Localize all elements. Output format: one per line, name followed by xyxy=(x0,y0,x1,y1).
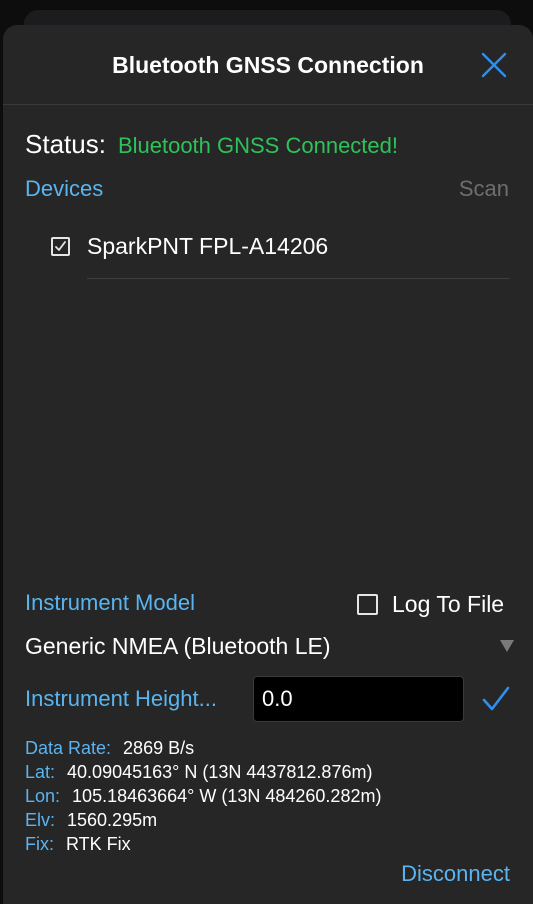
log-to-file-checkbox[interactable] xyxy=(357,593,378,615)
status-row: Status: Bluetooth GNSS Connected! xyxy=(25,129,398,161)
lat-row: Lat: 40.09045163° N (13N 4437812.876m) xyxy=(25,762,381,786)
fix-row: Fix: RTK Fix xyxy=(25,834,381,858)
device-name: SparkPNT FPL-A14206 xyxy=(87,233,329,259)
data-rate-value: 2869 B/s xyxy=(123,738,195,758)
status-label: Status: xyxy=(25,129,106,159)
fix-value: RTK Fix xyxy=(66,834,131,854)
device-divider xyxy=(87,278,510,279)
height-confirm-button[interactable] xyxy=(481,685,511,718)
instrument-model-label: Instrument Model xyxy=(25,590,195,615)
log-to-file-label: Log To File xyxy=(392,590,505,617)
dropdown-triangle-icon xyxy=(500,640,514,652)
device-checkbox[interactable] xyxy=(51,237,70,256)
checkmark-icon xyxy=(482,686,510,711)
instrument-model-select[interactable]: Generic NMEA (Bluetooth LE) xyxy=(25,631,515,663)
elv-value: 1560.295m xyxy=(67,810,158,830)
log-to-file-toggle[interactable]: Log To File xyxy=(357,588,504,620)
gnss-info: Data Rate: 2869 B/s Lat: 40.09045163° N … xyxy=(25,738,381,858)
close-x-icon xyxy=(481,52,507,78)
instrument-height-input[interactable] xyxy=(253,676,464,722)
data-rate-row: Data Rate: 2869 B/s xyxy=(25,738,381,762)
data-rate-label: Data Rate: xyxy=(25,738,112,758)
checkmark-icon xyxy=(55,241,66,251)
instrument-height-button[interactable]: Instrument Height... xyxy=(25,686,217,712)
bluetooth-gnss-sheet: Bluetooth GNSS Connection Status: Blueto… xyxy=(3,25,533,904)
elv-row: Elv: 1560.295m xyxy=(25,810,381,834)
lon-row: Lon: 105.18463664° W (13N 484260.282m) xyxy=(25,786,381,810)
status-value: Bluetooth GNSS Connected! xyxy=(117,133,398,158)
scan-button[interactable]: Scan xyxy=(459,176,509,202)
fix-label: Fix: xyxy=(25,834,54,854)
sheet-header: Bluetooth GNSS Connection xyxy=(3,25,533,105)
lat-value: 40.09045163° N (13N 4437812.876m) xyxy=(67,762,373,782)
disconnect-button[interactable]: Disconnect xyxy=(401,861,510,887)
device-item[interactable]: SparkPNT FPL-A14206 xyxy=(49,228,510,278)
sheet-title: Bluetooth GNSS Connection xyxy=(112,52,424,78)
instrument-model-value: Generic NMEA (Bluetooth LE) xyxy=(25,633,331,659)
close-button[interactable] xyxy=(478,49,510,81)
elv-label: Elv: xyxy=(25,810,56,830)
lon-value: 105.18463664° W (13N 484260.282m) xyxy=(72,786,382,806)
lat-label: Lat: xyxy=(25,762,56,782)
devices-label: Devices xyxy=(25,176,104,201)
lon-label: Lon: xyxy=(25,786,61,806)
